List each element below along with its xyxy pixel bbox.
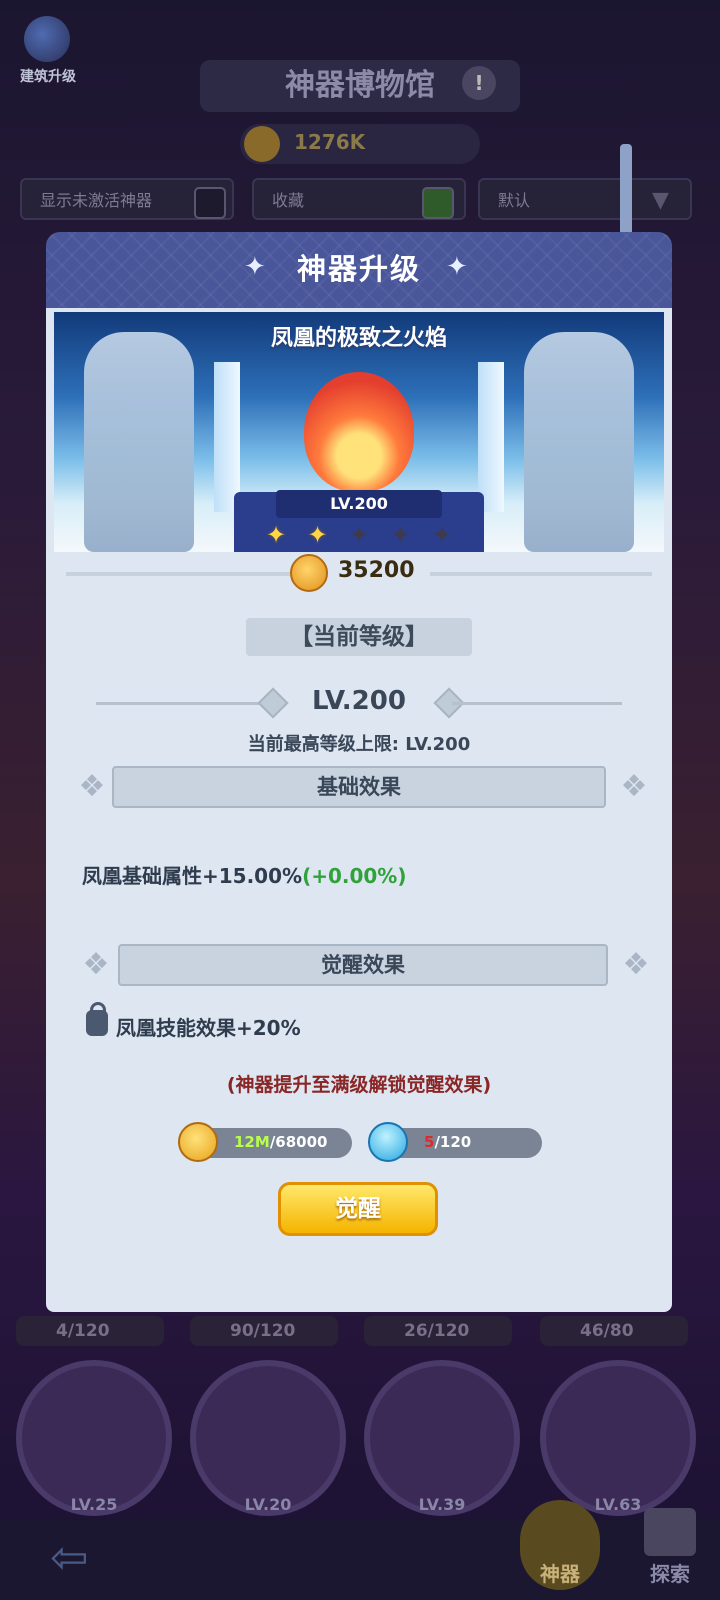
gold-material: 12M/68000 <box>178 1122 352 1162</box>
show-inactive-checkbox[interactable] <box>194 187 226 219</box>
artifact-slot[interactable]: LV.20 <box>190 1360 346 1516</box>
droplet-material: 5/120 <box>368 1122 542 1162</box>
upgrade-cost-value: 35200 <box>338 558 415 583</box>
building-icon <box>24 16 70 62</box>
sort-dropdown[interactable]: 默认 ▼ <box>478 178 692 220</box>
knot-ornament-icon: ❖ <box>82 947 110 982</box>
info-icon[interactable]: ! <box>462 66 496 100</box>
nav-explore-tab[interactable]: 探索 <box>630 1504 710 1594</box>
phoenix-flame-icon <box>304 372 414 492</box>
nav-artifact-label: 神器 <box>540 1562 580 1586</box>
pillar <box>214 362 240 512</box>
unlock-hint: (神器提升至满级解锁觉醒效果) <box>226 1074 492 1096</box>
gold-have: 12M <box>234 1133 270 1151</box>
blue-droplet-icon <box>368 1122 408 1162</box>
favorites-filter[interactable]: 收藏 <box>252 178 466 220</box>
show-inactive-filter[interactable]: 显示未激活神器 <box>20 178 234 220</box>
coin-icon <box>244 126 280 162</box>
gold-material-count: 12M/68000 <box>234 1133 327 1151</box>
lock-icon <box>86 1002 108 1036</box>
coin-icon <box>290 554 328 592</box>
awaken-button[interactable]: 觉醒 <box>278 1182 438 1236</box>
star-filled-icon: ✦ <box>266 521 287 549</box>
current-level: LV.200 <box>312 686 406 716</box>
base-effect-bonus: (+0.00%) <box>302 864 407 888</box>
progress-row-2: 90/120 <box>190 1316 338 1346</box>
currency-display: 1276K <box>240 124 480 164</box>
artifact-slot-level: LV.39 <box>418 1495 466 1514</box>
artifact-slot[interactable]: LV.63 <box>540 1360 696 1516</box>
dialog-title: 神器升级 <box>296 252 421 286</box>
artifact-slot-level: LV.25 <box>70 1495 118 1514</box>
gold-coin-icon <box>178 1122 218 1162</box>
awaken-effect-text: 凤凰技能效果+20% <box>116 1016 301 1040</box>
artifact-slot-level: LV.20 <box>244 1495 292 1514</box>
droplet-need: /120 <box>434 1133 472 1151</box>
artifact-showcase: LV.200 ✦ ✦ ✦ ✦ ✦ 凤凰的极致之火焰 <box>54 312 664 552</box>
statue-left <box>84 332 194 552</box>
base-effect-header: 基础效果 <box>112 766 606 808</box>
pillar <box>478 362 504 512</box>
favorites-checkbox[interactable] <box>422 187 454 219</box>
sparkle-icon: ✦ <box>446 252 468 282</box>
artifact-name: 凤凰的极致之火焰 <box>270 326 447 351</box>
progress-row-4: 46/80 <box>540 1316 688 1346</box>
progress-row-3: 26/120 <box>364 1316 512 1346</box>
building-upgrade-label: 建筑升级 <box>20 69 76 85</box>
show-inactive-label: 显示未激活神器 <box>40 191 153 210</box>
currency-amount: 1276K <box>294 130 366 154</box>
base-effect-row: 凤凰基础属性+15.00%(+0.00%) <box>82 860 407 889</box>
upgrade-cost: 35200 <box>290 552 430 594</box>
max-level-limit: 当前最高等级上限: LV.200 <box>247 734 471 755</box>
knot-ornament-icon: ❖ <box>622 947 650 982</box>
artifact-slot[interactable]: LV.25 <box>16 1360 172 1516</box>
star-empty-icon: ✦ <box>431 521 452 549</box>
back-arrow-icon[interactable]: ⇦ <box>50 1530 130 1584</box>
dialog-header: ✦ 神器升级 ✦ <box>46 232 672 310</box>
star-empty-icon: ✦ <box>348 521 370 549</box>
artifact-level-plate: LV.200 <box>276 490 442 518</box>
progress-row-1: 4/120 <box>16 1316 164 1346</box>
chevron-down-icon: ▼ <box>652 188 669 213</box>
base-effect-text: 凤凰基础属性+15.00% <box>82 864 303 888</box>
nav-explore-label: 探索 <box>650 1562 690 1586</box>
star-filled-icon: ✦ <box>307 521 328 549</box>
artifact-slot[interactable]: LV.39 <box>364 1360 520 1516</box>
star-rating: ✦ ✦ ✦ ✦ ✦ <box>266 522 452 548</box>
gold-need: /68000 <box>269 1133 328 1151</box>
building-upgrade-button[interactable]: 建筑升级 <box>12 12 84 92</box>
statue-right <box>524 332 634 552</box>
book-icon <box>644 1508 696 1556</box>
droplet-have: 5 <box>424 1133 435 1151</box>
favorites-label: 收藏 <box>272 191 305 210</box>
sort-label: 默认 <box>498 191 531 210</box>
nav-artifact-tab[interactable]: 神器 <box>520 1500 600 1590</box>
star-empty-icon: ✦ <box>390 521 411 549</box>
artifact-upgrade-dialog: ✦ 神器升级 ✦ LV.200 ✦ ✦ ✦ ✦ ✦ 凤凰的极致之火焰 35200… <box>46 232 672 1312</box>
knot-ornament-icon: ❖ <box>620 769 648 804</box>
current-level-tag: 【当前等级】 <box>246 618 472 656</box>
droplet-material-count: 5/120 <box>424 1133 471 1151</box>
awaken-effect-header: 觉醒效果 <box>118 944 608 986</box>
